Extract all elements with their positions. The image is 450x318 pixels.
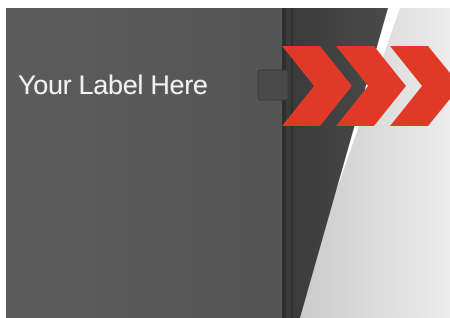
latch [257,69,289,101]
label-panel [6,8,284,318]
panel-artwork [0,0,450,318]
panel-label: Your Label Here [18,70,208,100]
panel-edge [282,8,286,318]
label-graphic: Your Label Here [0,0,450,318]
